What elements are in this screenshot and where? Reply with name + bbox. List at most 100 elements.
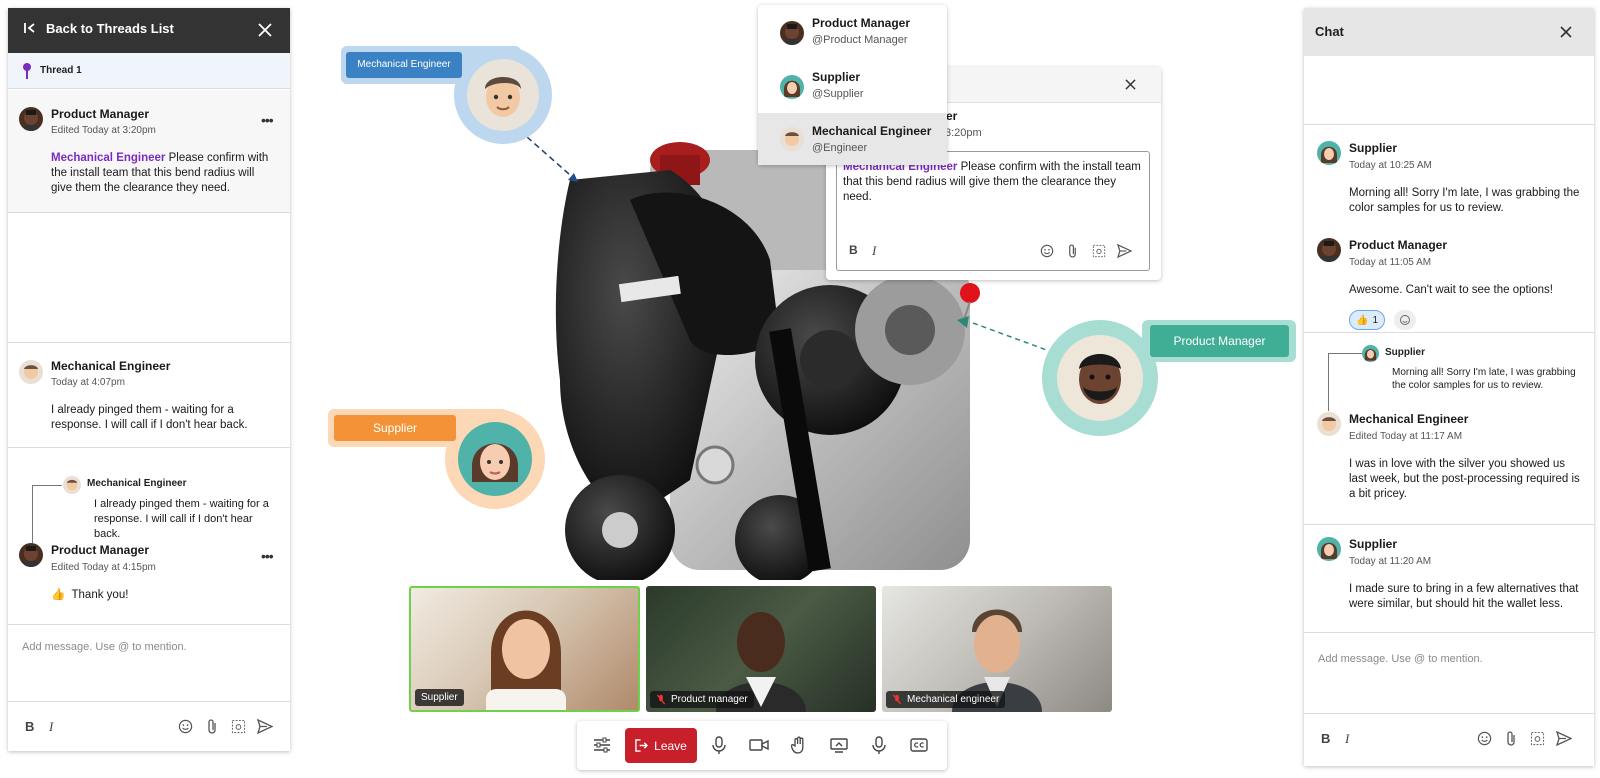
close-icon[interactable] — [1125, 79, 1136, 90]
camera-button[interactable] — [739, 724, 779, 766]
video-tile-product-manager[interactable]: Product manager — [646, 586, 876, 712]
video-label: Mechanical engineer — [886, 691, 1006, 708]
bold-button[interactable]: B — [1321, 731, 1330, 746]
mention-handle: @Engineer — [812, 142, 868, 154]
comment-text: Mechanical Engineer Please confirm with … — [843, 161, 1141, 203]
message-text: I made sure to bring in a few alternativ… — [1349, 583, 1579, 610]
close-icon[interactable] — [1560, 26, 1572, 38]
mention-name: Product Manager — [812, 16, 911, 30]
message-author: Product Manager — [1349, 238, 1448, 252]
screenshot-icon[interactable] — [1530, 731, 1545, 746]
video-tile-mechanical-engineer[interactable]: Mechanical engineer — [882, 586, 1112, 712]
send-icon[interactable] — [1117, 244, 1132, 258]
message-text: I was in love with the silver you showed… — [1349, 458, 1580, 500]
chat-header: Chat — [1304, 8, 1594, 56]
mention-name: Mechanical Engineer — [812, 124, 932, 138]
engineer-avatar-icon — [467, 59, 539, 131]
chat-title: Chat — [1315, 24, 1344, 39]
bold-button[interactable]: B — [849, 243, 858, 257]
message-meta: Today at 10:25 AM — [1349, 160, 1432, 171]
add-reaction-button[interactable] — [1394, 310, 1416, 330]
chat-panel: Chat Supplier Today at 10:25 AM Morning … — [1304, 8, 1594, 766]
role-tag: Supplier — [334, 415, 456, 441]
microphone-button[interactable] — [699, 724, 739, 766]
avatar — [1317, 412, 1341, 436]
message-input[interactable]: Add message. Use @ to mention. — [1318, 653, 1483, 665]
chat-message: Supplier Today at 10:25 AM Morning all! … — [1304, 125, 1594, 217]
message-author: Mechanical Engineer — [1349, 412, 1469, 426]
role-tag: Product Manager — [1150, 325, 1289, 357]
call-controls: Leave — [577, 721, 947, 770]
reply-connector — [1328, 353, 1362, 411]
camera-icon — [749, 739, 769, 751]
message-author: Supplier — [1349, 141, 1398, 155]
sliders-icon — [594, 737, 610, 753]
mention-option-selected[interactable]: Mechanical Engineer @Engineer — [758, 113, 947, 165]
role-tag: Mechanical Engineer — [346, 52, 462, 78]
leave-icon — [635, 739, 649, 752]
leave-button[interactable]: Leave — [625, 728, 697, 763]
raise-hand-button[interactable] — [779, 724, 819, 766]
avatar-circle — [1042, 320, 1158, 436]
chat-message: Supplier Today at 11:20 AM I made sure t… — [1304, 525, 1594, 625]
message-meta: Today at 11:20 AM — [1349, 556, 1432, 567]
mic-muted-icon — [656, 694, 666, 705]
video-person-icon — [486, 610, 566, 710]
share-screen-button[interactable] — [819, 724, 859, 766]
settings-button[interactable] — [582, 724, 622, 766]
mention-handle: @Supplier — [812, 88, 864, 100]
message-meta: Edited Today at 11:17 AM — [1349, 431, 1463, 442]
product-manager-avatar-icon — [1057, 335, 1143, 421]
send-icon[interactable] — [1556, 731, 1572, 746]
italic-button[interactable]: I — [1345, 731, 1349, 747]
avatar — [780, 127, 804, 151]
avatar — [780, 75, 804, 99]
emoji-icon[interactable] — [1040, 244, 1054, 258]
share-screen-icon — [830, 737, 848, 753]
comment-time: 3:20pm — [945, 127, 982, 139]
captions-button[interactable] — [899, 724, 939, 766]
audio-button[interactable] — [859, 724, 899, 766]
avatar — [1362, 345, 1379, 362]
attach-icon[interactable] — [1067, 243, 1078, 259]
leave-label: Leave — [654, 738, 687, 753]
participant-marker-product-manager[interactable]: Product Manager — [1042, 320, 1300, 436]
quote-author: Supplier — [1385, 347, 1426, 358]
participant-marker-engineer[interactable]: Mechanical Engineer — [341, 46, 553, 146]
video-label: Supplier — [415, 689, 464, 706]
captions-icon — [910, 738, 928, 752]
message-author: Supplier — [1349, 537, 1398, 551]
screenshot-icon[interactable] — [1092, 244, 1106, 258]
avatar-circle — [445, 409, 545, 509]
mention-popup: Product Manager @Product Manager Supplie… — [758, 5, 947, 165]
mention-option[interactable]: Supplier @Supplier — [758, 59, 947, 113]
comment-editor[interactable]: Mechanical Engineer Please confirm with … — [836, 151, 1150, 271]
microphone-icon — [872, 736, 886, 754]
reaction-thumbs-up[interactable]: 👍 1 — [1349, 310, 1386, 330]
avatar — [1317, 537, 1341, 561]
mention-name: Supplier — [812, 70, 861, 84]
participant-marker-supplier[interactable]: Supplier — [328, 409, 550, 511]
emoji-icon[interactable] — [1477, 731, 1492, 746]
video-tile-supplier[interactable]: Supplier — [409, 586, 640, 712]
microphone-icon — [712, 736, 726, 754]
format-toolbar: B I — [1304, 714, 1594, 764]
avatar — [780, 21, 804, 45]
quote-text: Morning all! Sorry I'm late, I was grabb… — [1392, 367, 1576, 391]
supplier-avatar-icon — [458, 422, 532, 496]
message-text: Awesome. Can't wait to see the options! — [1349, 284, 1553, 296]
avatar-circle — [454, 46, 552, 144]
avatar — [1317, 141, 1341, 165]
mic-muted-icon — [892, 694, 902, 705]
message-text: Morning all! Sorry I'm late, I was grabb… — [1349, 187, 1580, 214]
video-label: Product manager — [650, 691, 754, 708]
message-meta: Today at 11:05 AM — [1349, 257, 1432, 268]
mention-handle: @Product Manager — [812, 34, 908, 46]
avatar — [1317, 238, 1341, 262]
mention-option[interactable]: Product Manager @Product Manager — [758, 5, 947, 59]
chat-message: Product Manager Today at 11:05 AM Awesom… — [1304, 217, 1594, 337]
italic-button[interactable]: I — [872, 243, 876, 259]
thumbs-up-icon: 👍 — [1356, 314, 1369, 326]
attach-icon[interactable] — [1505, 730, 1517, 747]
hand-icon — [791, 736, 804, 754]
